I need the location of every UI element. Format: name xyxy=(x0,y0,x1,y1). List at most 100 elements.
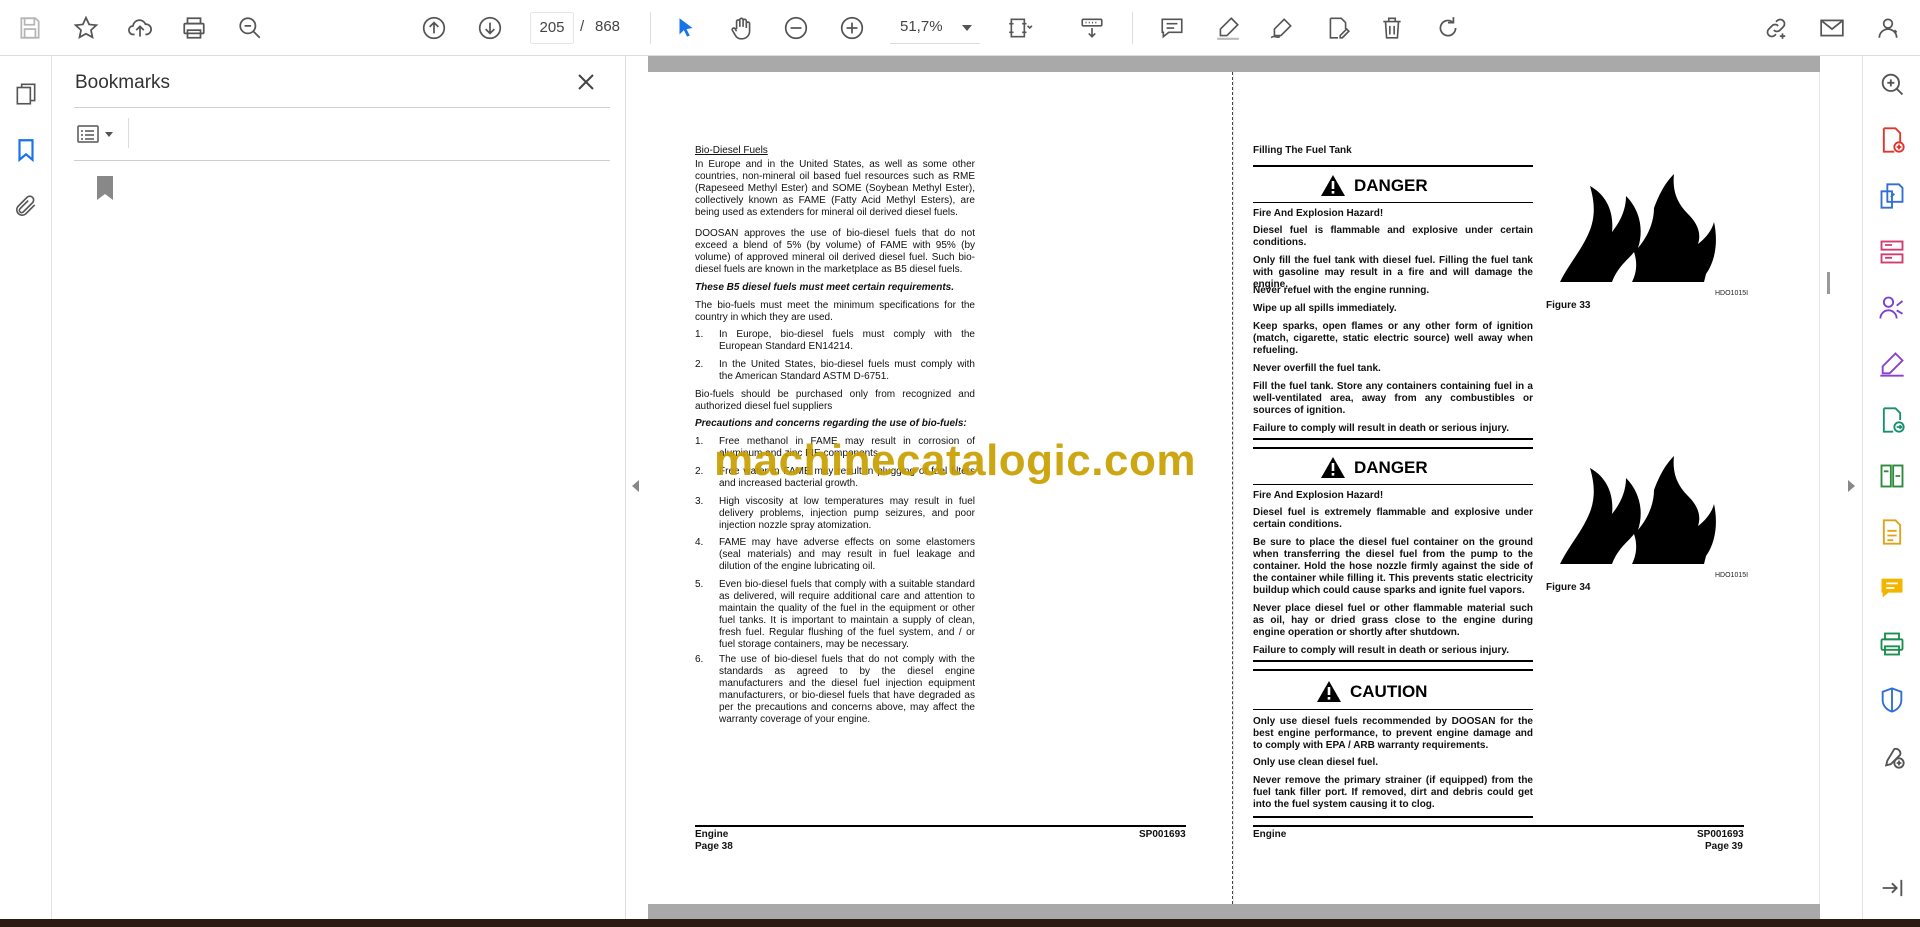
scrollbar-thumb[interactable] xyxy=(1827,272,1830,294)
draw-icon[interactable] xyxy=(1266,12,1298,44)
zoom-value: 51,7% xyxy=(900,18,943,35)
highlight-icon[interactable] xyxy=(1212,12,1244,44)
bookmarks-title: Bookmarks xyxy=(75,72,171,93)
bookmarks-panel: Bookmarks xyxy=(52,56,626,919)
page-number-input[interactable]: 205 xyxy=(530,12,574,44)
bookmark-options-button[interactable] xyxy=(76,120,122,148)
danger-rule-bottom xyxy=(1253,438,1533,440)
footer-doc-code: SP001693 xyxy=(1697,829,1744,840)
warning-line: Fire And Explosion Hazard! xyxy=(1253,208,1384,219)
protect-shield-icon[interactable] xyxy=(1876,684,1908,716)
paragraph: DOOSAN approves the use of bio-diesel fu… xyxy=(695,228,975,275)
list-number: 5. xyxy=(695,579,704,590)
danger-rule-bottom xyxy=(1253,660,1533,662)
vertical-scrollbar[interactable] xyxy=(1820,56,1848,919)
figure-code: HDO1015I xyxy=(1715,290,1749,297)
comment-tool-icon[interactable] xyxy=(1876,572,1908,604)
list-text: Even bio-diesel fuels that comply with a… xyxy=(719,579,975,650)
main-toolbar: 205 / 868 51,7% xyxy=(0,0,1920,56)
page-thumbnails-icon[interactable] xyxy=(10,78,42,110)
star-icon[interactable] xyxy=(70,12,102,44)
email-icon[interactable] xyxy=(1816,12,1848,44)
danger-title: DANGER xyxy=(1354,457,1428,477)
footer-rule xyxy=(695,825,1186,827)
create-pdf-icon[interactable] xyxy=(1876,124,1908,156)
warning-line: Fill the fuel tank. Store any containers… xyxy=(1253,381,1533,416)
find-zoom-icon[interactable] xyxy=(234,12,266,44)
zoom-search-icon[interactable] xyxy=(1876,68,1908,100)
more-tools-icon[interactable] xyxy=(1876,740,1908,772)
document-viewport: Bio-Diesel Fuels In Europe and in the Un… xyxy=(648,56,1820,919)
compare-files-icon[interactable] xyxy=(1876,460,1908,492)
panel-divider xyxy=(74,107,610,108)
close-icon[interactable] xyxy=(574,70,598,94)
send-file-icon[interactable] xyxy=(1876,404,1908,436)
trash-icon[interactable] xyxy=(1376,12,1408,44)
chevron-down-icon xyxy=(105,131,113,137)
cloud-upload-icon[interactable] xyxy=(124,12,156,44)
warning-line: Failure to comply will result in death o… xyxy=(1253,645,1509,656)
footer-section: Engine xyxy=(695,829,729,840)
page-spread-divider xyxy=(1232,72,1234,904)
bookmark-panel-icon[interactable] xyxy=(10,134,42,166)
warning-line: Only use clean diesel fuel. xyxy=(1253,757,1379,768)
paragraph: In Europe and in the United States, as w… xyxy=(695,159,975,218)
list-number: 2. xyxy=(695,466,704,477)
hand-tool-icon[interactable] xyxy=(726,12,758,44)
caution-rule-bottom xyxy=(1253,816,1533,818)
fill-sign-icon[interactable] xyxy=(1876,348,1908,380)
warning-line: Fire And Explosion Hazard! xyxy=(1253,490,1384,501)
page-fit-icon[interactable] xyxy=(1004,12,1036,44)
edit-text-icon[interactable] xyxy=(1322,12,1354,44)
figure-caption: Figure 34 xyxy=(1546,582,1591,593)
list-text: In Europe, bio-diesel fuels must comply … xyxy=(719,329,975,352)
list-text: FAME may have adverse effects on some el… xyxy=(719,537,975,572)
attachment-icon[interactable] xyxy=(10,190,42,222)
caution-heading: CAUTION xyxy=(1316,680,1427,703)
total-pages: 868 xyxy=(595,18,621,35)
select-cursor-icon[interactable] xyxy=(670,12,702,44)
zoom-select[interactable]: 51,7% xyxy=(890,12,980,44)
print-production-icon[interactable] xyxy=(1876,628,1908,660)
share-people-icon[interactable] xyxy=(1876,292,1908,324)
danger-heading: DANGER xyxy=(1320,456,1428,479)
export-pdf-icon[interactable] xyxy=(1876,180,1908,212)
account-icon[interactable] xyxy=(1872,12,1904,44)
next-page-icon[interactable] xyxy=(474,12,506,44)
page-separator: / xyxy=(580,18,585,35)
zoom-in-icon[interactable] xyxy=(836,12,868,44)
list-number: 2. xyxy=(695,359,704,370)
organize-pages-icon[interactable] xyxy=(1876,236,1908,268)
pdf-page-38: Bio-Diesel Fuels In Europe and in the Un… xyxy=(648,72,1233,904)
edit-pdf-icon[interactable] xyxy=(1876,516,1908,548)
print-icon[interactable] xyxy=(178,12,210,44)
rotate-icon[interactable] xyxy=(1432,12,1464,44)
danger-title: DANGER xyxy=(1354,175,1428,195)
share-link-icon[interactable] xyxy=(1760,12,1792,44)
collapse-left-panel-arrow[interactable] xyxy=(632,480,639,492)
toolbar-divider xyxy=(650,12,651,44)
left-navigation-rail xyxy=(0,56,52,919)
page-gutter-top xyxy=(648,56,1820,72)
paragraph: The bio-fuels must meet the minimum spec… xyxy=(695,300,975,323)
list-number: 1. xyxy=(695,329,704,340)
comment-icon[interactable] xyxy=(1156,12,1188,44)
pdf-page-39: Filling The Fuel Tank DANGER Fire And Ex… xyxy=(1234,72,1819,904)
warning-triangle-icon xyxy=(1317,681,1341,702)
list-number: 4. xyxy=(695,537,704,548)
fire-hazard-icon xyxy=(1560,174,1716,282)
collapse-right-panel-arrow[interactable] xyxy=(1848,480,1855,492)
previous-page-icon[interactable] xyxy=(418,12,450,44)
section-heading: Filling The Fuel Tank xyxy=(1253,145,1352,156)
save-icon[interactable] xyxy=(14,12,46,44)
danger-heading: DANGER xyxy=(1320,174,1428,197)
zoom-out-icon[interactable] xyxy=(780,12,812,44)
bookmark-item-icon[interactable] xyxy=(94,175,116,201)
warning-line: Diesel fuel is extremely flammable and e… xyxy=(1253,507,1533,530)
fire-hazard-icon xyxy=(1560,456,1716,564)
figure-code: HDO1015I xyxy=(1715,572,1749,579)
expand-panel-icon[interactable] xyxy=(1876,872,1908,904)
list-text: The use of bio-diesel fuels that do not … xyxy=(719,654,975,725)
danger-rule xyxy=(1253,202,1533,203)
scroll-mode-icon[interactable] xyxy=(1076,12,1108,44)
